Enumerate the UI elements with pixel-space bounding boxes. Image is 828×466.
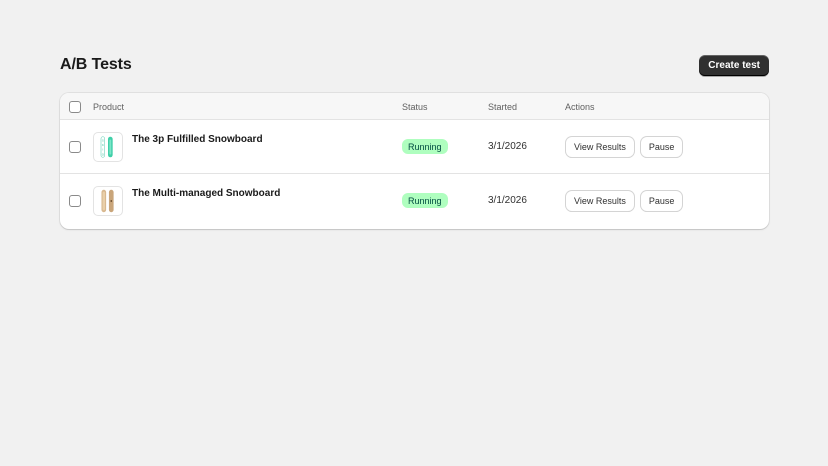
started-date: 3/1/2026 xyxy=(488,195,527,206)
snowboard-teal-icon: S K I O xyxy=(93,132,123,162)
ab-tests-table: Product Status Started Actions S K I O T… xyxy=(60,93,769,229)
create-test-button[interactable]: Create test xyxy=(699,54,769,76)
status-cell: Running xyxy=(402,139,448,154)
actions-cell: View Results Pause xyxy=(566,137,683,157)
view-results-button[interactable]: View Results xyxy=(566,137,634,157)
svg-text:K: K xyxy=(102,143,104,147)
product-thumbnail xyxy=(93,186,123,216)
select-all-checkbox[interactable] xyxy=(69,100,81,113)
product-name[interactable]: The Multi-managed Snowboard xyxy=(132,188,280,199)
table-header: Product Status Started Actions xyxy=(60,93,769,120)
started-cell: 3/1/2026 xyxy=(488,141,527,152)
column-header-actions: Actions xyxy=(565,101,595,112)
table-row[interactable]: S K I O The 3p Fulfilled Snowboard Runni… xyxy=(60,120,769,174)
row-checkbox[interactable] xyxy=(69,195,81,207)
page-header: A/B Tests Create test xyxy=(60,52,769,78)
column-header-status[interactable]: Status xyxy=(402,93,428,120)
view-results-button[interactable]: View Results xyxy=(566,191,634,211)
pause-button[interactable]: Pause xyxy=(640,137,683,157)
svg-text:S: S xyxy=(102,138,104,142)
column-header-started[interactable]: Started xyxy=(488,93,517,120)
pause-button[interactable]: Pause xyxy=(640,191,683,211)
page-title: A/B Tests xyxy=(60,56,132,73)
snowboard-wood-icon xyxy=(93,186,123,216)
product-name-cell: The 3p Fulfilled Snowboard xyxy=(132,134,263,145)
product-thumbnail: S K I O xyxy=(93,132,123,162)
started-date: 3/1/2026 xyxy=(488,141,527,152)
status-badge: Running xyxy=(402,139,448,154)
status-badge: Running xyxy=(402,193,448,208)
table-row[interactable]: The Multi-managed Snowboard Running 3/1/… xyxy=(60,174,769,228)
select-all-cell xyxy=(69,93,81,120)
row-select-cell xyxy=(69,195,81,207)
status-cell: Running xyxy=(402,193,448,208)
row-select-cell xyxy=(69,141,81,153)
started-cell: 3/1/2026 xyxy=(488,195,527,206)
actions-cell: View Results Pause xyxy=(566,191,683,211)
product-name-cell: The Multi-managed Snowboard xyxy=(132,188,280,199)
row-checkbox[interactable] xyxy=(69,141,81,153)
column-header-product[interactable]: Product xyxy=(93,93,124,120)
product-name[interactable]: The 3p Fulfilled Snowboard xyxy=(132,134,263,145)
